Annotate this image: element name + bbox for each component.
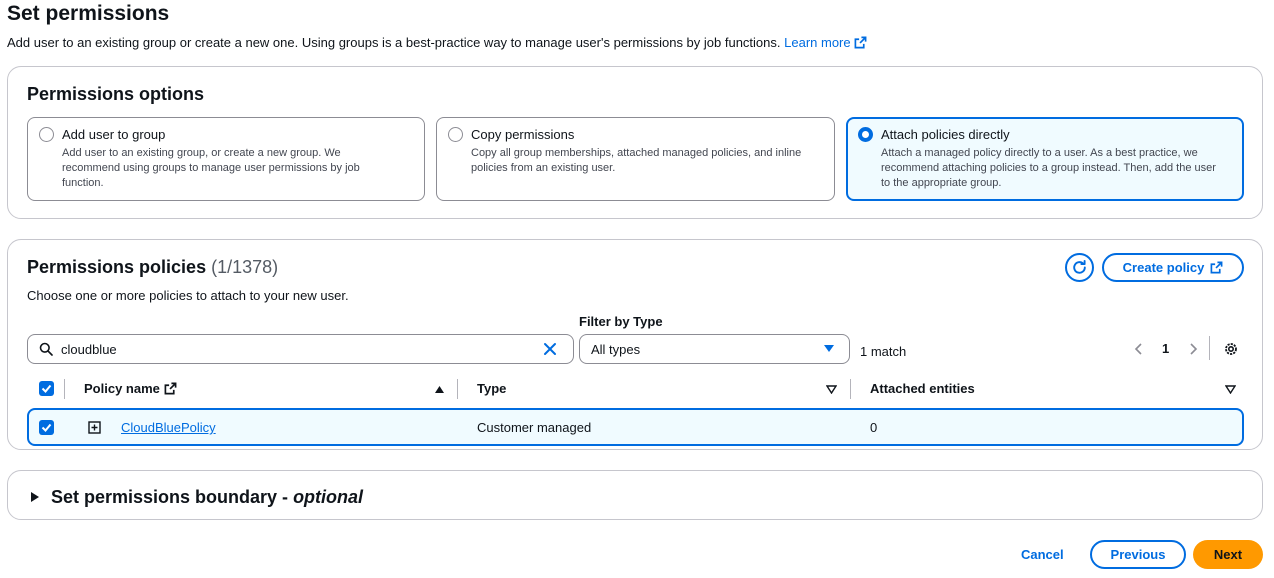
permissions-boundary-optional: optional xyxy=(293,487,364,507)
permissions-options-title: Permissions options xyxy=(27,84,205,104)
permissions-policies-title-text: Permissions policies xyxy=(27,257,207,277)
external-link-icon xyxy=(164,382,176,395)
policies-count: (1/1378) xyxy=(211,257,279,277)
select-all-checkbox[interactable] xyxy=(39,381,54,396)
option-copy-permissions-desc: Copy all group memberships, attached man… xyxy=(471,147,802,174)
sort-descending-icon[interactable] xyxy=(1225,385,1236,394)
option-attach-policies-directly-label: Attach policies directly xyxy=(881,127,1010,142)
search-icon xyxy=(39,342,53,356)
page-description-text: Add user to an existing group or create … xyxy=(7,35,781,50)
permissions-policies-panel: Permissions policies (1/1378) Choose one… xyxy=(7,239,1263,450)
column-header-type[interactable]: Type xyxy=(477,381,506,396)
next-page-icon[interactable] xyxy=(1188,342,1198,356)
clear-search-icon[interactable] xyxy=(543,342,557,356)
filter-type-select[interactable]: All types xyxy=(579,334,850,364)
permissions-boundary-title: Set permissions boundary - optional xyxy=(51,487,363,508)
permissions-policies-subtitle: Choose one or more policies to attach to… xyxy=(27,288,349,303)
sort-ascending-icon[interactable] xyxy=(434,385,445,394)
previous-button[interactable]: Previous xyxy=(1090,540,1186,569)
permissions-boundary-title-text: Set permissions boundary - xyxy=(51,487,294,507)
page-title: Set permissions xyxy=(7,2,170,25)
page-description: Add user to an existing group or create … xyxy=(7,35,867,50)
refresh-icon xyxy=(1073,259,1086,274)
row-checkbox[interactable] xyxy=(39,420,54,435)
learn-more-link[interactable]: Learn more xyxy=(784,35,867,50)
radio-attach-policies-directly[interactable] xyxy=(858,127,873,142)
check-icon xyxy=(41,423,52,432)
filter-by-type-label: Filter by Type xyxy=(579,314,663,329)
option-add-user-to-group-desc: Add user to an existing group, or create… xyxy=(62,147,360,189)
radio-add-user-to-group[interactable] xyxy=(39,127,54,142)
option-attach-policies-directly-desc: Attach a managed policy directly to a us… xyxy=(881,147,1216,189)
sort-descending-icon[interactable] xyxy=(826,385,837,394)
attached-entities-cell: 0 xyxy=(870,420,878,435)
permissions-boundary-panel[interactable]: Set permissions boundary - optional xyxy=(7,470,1263,520)
caret-down-icon xyxy=(824,345,834,352)
option-copy-permissions-label: Copy permissions xyxy=(471,127,575,142)
match-count: 1 match xyxy=(860,344,907,359)
pagination-divider xyxy=(1209,336,1210,360)
current-page[interactable]: 1 xyxy=(1162,341,1169,356)
column-header-attached-entities[interactable]: Attached entities xyxy=(870,381,975,396)
cancel-button[interactable]: Cancel xyxy=(1021,547,1064,562)
learn-more-label: Learn more xyxy=(784,35,851,50)
permissions-policies-title: Permissions policies (1/1378) xyxy=(27,257,278,278)
external-link-icon xyxy=(1210,261,1223,274)
column-header-policy-name[interactable]: Policy name xyxy=(84,381,177,396)
refresh-button[interactable] xyxy=(1065,253,1094,282)
previous-page-icon[interactable] xyxy=(1134,342,1144,356)
permissions-options-panel: Permissions options Add user to group Ad… xyxy=(7,66,1263,219)
table-row[interactable]: CloudBluePolicy Customer managed 0 xyxy=(27,408,1244,446)
column-divider xyxy=(457,379,458,399)
caret-right-icon xyxy=(31,492,39,502)
expand-plus-icon[interactable] xyxy=(88,421,101,434)
filter-type-value: All types xyxy=(591,342,641,357)
option-add-user-to-group-label: Add user to group xyxy=(62,127,166,142)
create-policy-button[interactable]: Create policy xyxy=(1102,253,1244,282)
column-divider xyxy=(64,379,65,399)
policy-name-link[interactable]: CloudBluePolicy xyxy=(121,420,216,435)
create-policy-label: Create policy xyxy=(1122,260,1205,275)
check-icon xyxy=(41,384,52,393)
gear-icon[interactable] xyxy=(1223,341,1239,357)
column-header-policy-name-label: Policy name xyxy=(84,381,160,396)
next-button[interactable]: Next xyxy=(1193,540,1263,569)
option-add-user-to-group[interactable]: Add user to group Add user to an existin… xyxy=(27,117,425,201)
radio-copy-permissions[interactable] xyxy=(448,127,463,142)
option-attach-policies-directly[interactable]: Attach policies directly Attach a manage… xyxy=(846,117,1244,201)
external-link-icon xyxy=(854,36,867,49)
search-input-value: cloudblue xyxy=(61,342,117,357)
policy-search-input[interactable]: cloudblue xyxy=(27,334,574,364)
column-divider xyxy=(850,379,851,399)
policy-type-cell: Customer managed xyxy=(477,420,592,435)
option-copy-permissions[interactable]: Copy permissions Copy all group membersh… xyxy=(436,117,835,201)
